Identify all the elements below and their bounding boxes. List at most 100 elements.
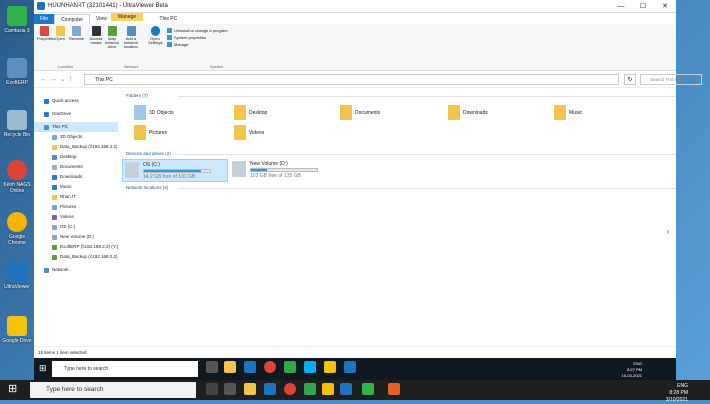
outlook-icon[interactable] [264,383,276,395]
drive-os-c[interactable]: OS (C:) 14.2 GB free of 101 GB [122,159,228,182]
search-icon[interactable] [224,383,236,395]
sidebar-item-onedrive[interactable]: OneDrive [34,109,118,119]
desktop-icon-recycle-bin[interactable]: Recycle Bin [0,110,34,138]
explorer-title: This PC [159,16,178,22]
folder-downloads[interactable]: Downloads [448,105,488,120]
collapse-arrow-icon[interactable]: ‹ [664,224,672,240]
search-input[interactable]: Search This PC [640,74,702,85]
sidebar-item-network[interactable]: Network [34,265,118,275]
desktop-icon-nags[interactable]: Kênh NAGS Online [0,160,34,194]
chrome-icon [7,160,27,180]
close-icon[interactable]: ✕ [654,0,676,13]
sidebar-item-pictures[interactable]: Pictures [34,202,118,212]
tab-file[interactable]: File [34,14,55,24]
sidebar-item-new-volume-d[interactable]: New Volume (D:) [34,232,118,242]
computer-icon [44,124,49,130]
desktop-icon-ultraviewer[interactable]: UltraViewer [0,262,34,290]
folder-desktop[interactable]: Desktop [234,105,267,120]
open-settings-button[interactable]: Open Settings [148,26,162,70]
sidebar-item-music[interactable]: Music [34,182,118,192]
sidebar-item-this-pc[interactable]: This PC [34,122,118,132]
sidebar-item-os-c[interactable]: OS (C:) [34,222,118,232]
section-network-locations[interactable]: Network locations (4) [126,185,680,190]
file-explorer-icon[interactable] [224,361,236,373]
desktop-icon-camtasia[interactable]: Camtasia 9 [0,6,34,34]
folder-pictures[interactable]: Pictures [134,125,167,140]
properties-button[interactable]: Properties [37,26,55,70]
remote-search-box[interactable]: Type here to search [52,361,198,377]
sidebar-item-desktop[interactable]: Desktop [34,152,118,162]
folder-music[interactable]: Music [554,105,582,120]
folder-icon [234,105,246,120]
sidebar-item-documents[interactable]: Documents [34,162,118,172]
address-bar[interactable]: This PC [84,74,619,85]
sidebar-item-quick-access[interactable]: Quick access [34,96,118,106]
skype-icon[interactable] [304,361,316,373]
excel-icon[interactable] [304,383,316,395]
folder-documents[interactable]: Documents [340,105,380,120]
maximize-icon[interactable]: ☐ [632,0,654,13]
nav-arrows[interactable]: ←→⌄↑ [40,75,75,83]
outlook-icon[interactable] [244,361,256,373]
manage-link[interactable]: Manage [167,41,228,48]
drive-new-volume-d[interactable]: New Volume (D:) 103 GB free of 135 GB [230,159,340,182]
folder-icon [134,125,146,140]
music-icon [52,184,57,190]
desktop-icon-chrome[interactable]: Google Chrome [0,212,34,246]
desktop-icon-google-drive[interactable]: Google Drive [0,316,34,344]
map-network-drive-button[interactable]: Map network drive [105,26,119,70]
properties-icon [39,26,49,36]
camtasia-icon[interactable] [362,383,374,395]
camtasia-recorder-icon[interactable] [388,383,400,395]
ultraviewer-icon[interactable] [340,383,352,395]
access-media-button[interactable]: Access media [89,26,103,70]
ultraviewer-icon [7,262,27,282]
folder-icon [554,105,566,120]
ultraviewer-icon[interactable] [344,361,356,373]
chrome-icon[interactable] [284,383,296,395]
sticky-notes-icon[interactable] [322,383,334,395]
folder-icon [52,154,57,160]
task-view-icon[interactable] [206,383,218,395]
section-folders[interactable]: Folders (7) [126,93,671,98]
desktop-icon-exofterp[interactable]: ExoftERP [0,58,34,86]
excel-icon[interactable] [284,361,296,373]
tab-computer[interactable]: Computer [54,14,91,24]
ultraviewer-title-bar: HUUNHAN-IT (32101441) - UltraViewer Beta… [34,0,676,13]
sidebar-item-nhan-it[interactable]: Nhan IT [34,192,118,202]
windows-start-icon[interactable]: ⊞ [8,383,21,396]
chrome-icon[interactable] [264,361,276,373]
windows-start-icon[interactable]: ⊞ [39,363,47,374]
task-view-icon[interactable] [206,361,218,373]
system-properties-link[interactable]: System properties [167,34,228,41]
remote-date: 10-03-2021 [621,373,642,378]
folder-videos[interactable]: Videos [234,125,264,140]
local-clock: ENG 8:28 PM 3/10/2021 [666,383,688,404]
local-search-box[interactable]: Type here to search [30,382,196,398]
sidebar-item-videos[interactable]: Videos [34,212,118,222]
sidebar-item-data-backup-z[interactable]: Data_Backup (\\192.168.2.2) (Z:) [34,252,126,262]
status-bar: 15 items 1 item selected [34,346,676,358]
drive-icon [125,162,139,178]
sidebar-item-downloads[interactable]: Downloads [34,172,118,182]
chrome-icon [7,212,27,232]
file-explorer-icon[interactable] [244,383,256,395]
folder-icon [52,144,57,150]
sidebar-item-3d-objects[interactable]: 3D Objects [34,132,118,142]
uninstall-program-link[interactable]: Uninstall or change a program [167,27,228,34]
download-icon [52,174,57,180]
section-devices[interactable]: Devices and drives (2) [126,151,674,156]
local-time: 8:28 PM [669,390,688,396]
window-title: HUUNHAN-IT (32101441) - UltraViewer Beta [48,3,168,9]
refresh-icon[interactable]: ↻ [624,74,636,85]
open-icon [55,26,65,36]
sidebar-item-data-backup[interactable]: Data_Backup (\\192.168.2.2) [34,142,118,152]
manage-context-tab[interactable]: Manage [111,13,143,21]
cloud-icon [44,111,49,117]
sidebar-item-exofterp-y[interactable]: ExoftERP (\\192.168.2.2) (Y:) [34,242,118,252]
sticky-notes-icon[interactable] [324,361,336,373]
tab-view[interactable]: View [90,14,113,24]
network-icon [44,267,49,273]
minimize-icon[interactable]: — [610,0,632,13]
folder-3d-objects[interactable]: 3D Objects [134,105,174,120]
